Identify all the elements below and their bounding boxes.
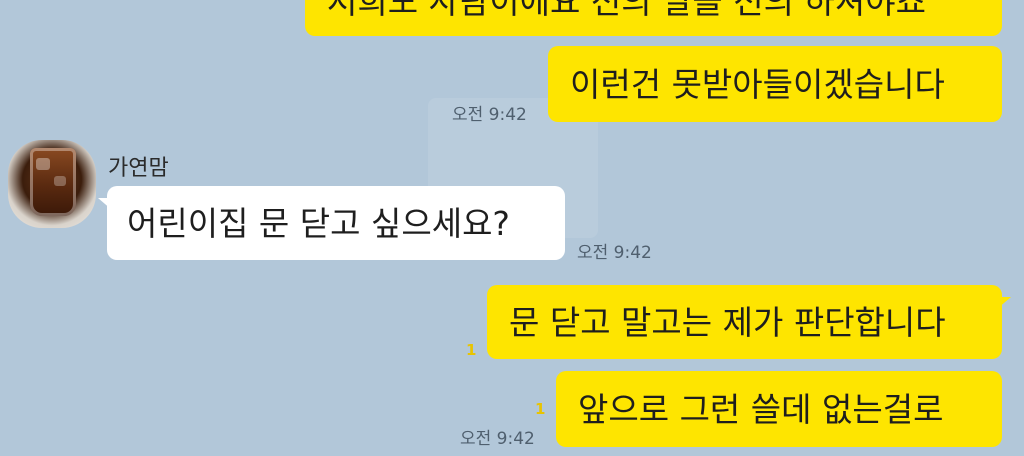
my-message-bubble[interactable]: 이런건 못받아들이겠습니다 (548, 46, 1002, 122)
message-time: 오전 9:42 (460, 429, 535, 449)
iced-coffee-icon (30, 148, 76, 216)
message-time: 오전 9:42 (452, 105, 527, 125)
my-message-bubble[interactable]: 앞으로 그런 쓸데 없는걸로 (556, 371, 1002, 447)
message-text: 앞으로 그런 쓸데 없는걸로 (578, 389, 944, 429)
sender-name: 가연맘 (108, 156, 169, 181)
unread-count: 1 (466, 341, 477, 359)
message-time: 오전 9:42 (577, 243, 652, 263)
message-text: 이런건 못받아들이겠습니다 (570, 64, 945, 104)
message-text: 저희도 사람이에요 선의 말을 선의 하셔야죠 (327, 0, 926, 21)
message-text: 어린이집 문 닫고 싶으세요? (127, 203, 510, 243)
unread-count: 1 (535, 400, 546, 418)
message-text: 문 닫고 말고는 제가 판단합니다 (509, 302, 946, 342)
their-message-bubble[interactable]: 어린이집 문 닫고 싶으세요? (98, 186, 565, 260)
my-message-bubble[interactable]: 저희도 사람이에요 선의 말을 선의 하셔야죠 (305, 0, 1002, 36)
my-message-bubble[interactable]: 문 닫고 말고는 제가 판단합니다 (487, 285, 1011, 359)
sender-avatar[interactable] (8, 140, 96, 228)
